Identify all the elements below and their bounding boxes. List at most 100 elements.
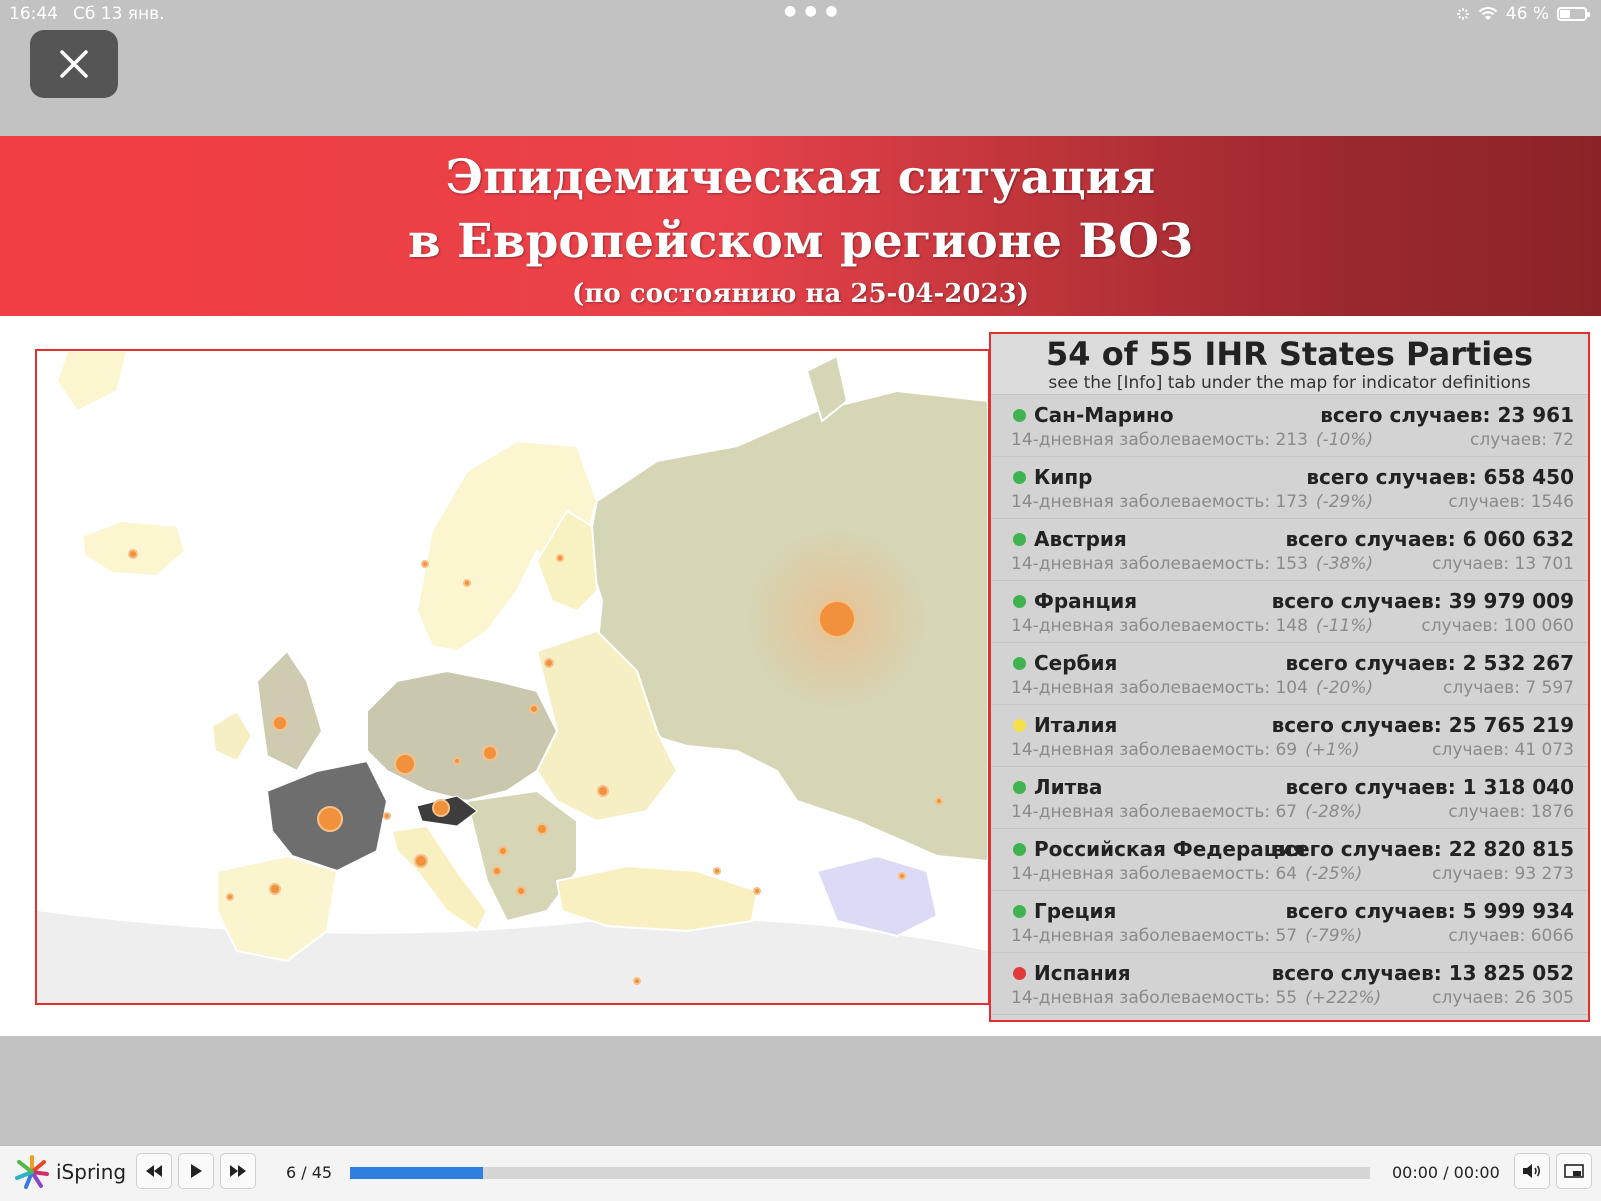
country-row[interactable]: Российская Федерация всего случаев: 22 82… xyxy=(991,829,1588,891)
incidence-14day: 14-дневная заболеваемость: 104 xyxy=(1011,678,1308,698)
incidence-14day: 14-дневная заболеваемость: 213 xyxy=(1011,430,1308,450)
incidence-change: (-38%) xyxy=(1315,554,1374,574)
status-dot-icon xyxy=(1013,533,1026,546)
country-name: Греция xyxy=(1034,899,1117,923)
slide: Эпидемическая ситуация в Европейском рег… xyxy=(0,136,1601,1036)
slide-banner: Эпидемическая ситуация в Европейском рег… xyxy=(0,136,1601,316)
recent-cases: случаев: 72 xyxy=(1470,430,1574,450)
total-cases: всего случаев: 1 318 040 xyxy=(1285,775,1574,799)
status-time: 16:44 xyxy=(9,4,58,24)
incidence-change: (-25%) xyxy=(1305,864,1363,884)
country-list: Сан-Марино всего случаев: 23 961 14-дневна… xyxy=(991,395,1588,1015)
brand-name: iSpring xyxy=(56,1160,127,1184)
total-cases: всего случаев: 23 961 xyxy=(1320,403,1574,427)
total-cases: всего случаев: 39 979 009 xyxy=(1271,589,1574,613)
incidence-change: (-11%) xyxy=(1315,616,1374,636)
country-row[interactable]: Сербия всего случаев: 2 532 267 14-дневная… xyxy=(991,643,1588,705)
incidence-14day: 14-дневная заболеваемость: 69 xyxy=(1011,740,1298,760)
slide-title-line1: Эпидемическая ситуация xyxy=(445,150,1156,205)
incidence-change: (-10%) xyxy=(1315,430,1374,450)
country-name: Италия xyxy=(1034,713,1118,737)
states-parties-panel[interactable]: 54 of 55 IHR States Parties see the [Inf… xyxy=(989,332,1590,1022)
battery-percent: 46 % xyxy=(1505,4,1549,24)
recent-cases: случаев: 93 273 xyxy=(1432,864,1574,884)
total-cases: всего случаев: 5 999 934 xyxy=(1285,899,1574,923)
slide-counter: 6 / 45 xyxy=(286,1163,333,1182)
incidence-14day: 14-дневная заболеваемость: 67 xyxy=(1011,802,1298,822)
recent-cases: случаев: 26 305 xyxy=(1432,988,1574,1008)
status-dot-icon xyxy=(1013,471,1026,484)
recent-cases: случаев: 100 060 xyxy=(1421,616,1574,636)
recent-cases: случаев: 6066 xyxy=(1448,926,1574,946)
country-row[interactable]: Испания всего случаев: 13 825 052 14-дневн… xyxy=(991,953,1588,1015)
incidence-14day: 14-дневная заболеваемость: 153 xyxy=(1011,554,1308,574)
multitasking-dots-icon[interactable]: ● ● ● xyxy=(784,3,840,19)
country-row[interactable]: Греция всего случаев: 5 999 934 14-дневная… xyxy=(991,891,1588,953)
status-dot-icon xyxy=(1013,781,1026,794)
total-cases: всего случаев: 6 060 632 xyxy=(1285,527,1574,551)
panel-title: 54 of 55 IHR States Parties xyxy=(1046,335,1533,373)
status-dot-icon xyxy=(1013,843,1026,856)
fast-forward-icon xyxy=(230,1165,246,1177)
total-cases: всего случаев: 2 532 267 xyxy=(1285,651,1574,675)
country-name: Франция xyxy=(1034,589,1138,613)
play-button[interactable] xyxy=(178,1153,214,1189)
fullscreen-icon xyxy=(1564,1164,1584,1178)
total-cases: всего случаев: 658 450 xyxy=(1306,465,1574,489)
incidence-14day: 14-дневная заболеваемость: 55 xyxy=(1011,988,1298,1008)
incidence-14day: 14-дневная заболеваемость: 64 xyxy=(1011,864,1298,884)
incidence-change: (-29%) xyxy=(1315,492,1374,512)
europe-map-graphic xyxy=(37,351,988,1003)
country-name: Австрия xyxy=(1034,527,1127,551)
close-button[interactable] xyxy=(30,30,118,98)
total-cases: всего случаев: 25 765 219 xyxy=(1271,713,1574,737)
incidence-14day: 14-дневная заболеваемость: 148 xyxy=(1011,616,1308,636)
country-name: Сан-Марино xyxy=(1034,403,1174,427)
country-row[interactable]: Австрия всего случаев: 6 060 632 14-дневна… xyxy=(991,519,1588,581)
incidence-change: (+222%) xyxy=(1305,988,1382,1008)
incidence-change: (-79%) xyxy=(1305,926,1363,946)
recent-cases: случаев: 1546 xyxy=(1448,492,1574,512)
progress-bar[interactable] xyxy=(350,1167,1370,1179)
volume-button[interactable] xyxy=(1514,1153,1550,1189)
country-row[interactable]: Литва всего случаев: 1 318 040 14-дневная … xyxy=(991,767,1588,829)
country-name: Испания xyxy=(1034,961,1131,985)
status-dot-icon xyxy=(1013,967,1026,980)
total-cases: всего случаев: 22 820 815 xyxy=(1271,837,1574,861)
wifi-icon xyxy=(1478,7,1498,20)
battery-icon xyxy=(1557,7,1590,21)
status-dot-icon xyxy=(1013,719,1026,732)
fullscreen-button[interactable] xyxy=(1556,1153,1592,1189)
total-cases: всего случаев: 13 825 052 xyxy=(1271,961,1574,985)
slide-subtitle: (по состоянию на 25-04-2023) xyxy=(572,279,1029,309)
recent-cases: случаев: 13 701 xyxy=(1432,554,1574,574)
status-dot-icon xyxy=(1013,595,1026,608)
close-icon xyxy=(60,50,88,78)
play-icon xyxy=(191,1164,202,1178)
rewind-button[interactable] xyxy=(136,1153,172,1189)
time-display: 00:00 / 00:00 xyxy=(1392,1163,1500,1182)
slide-title-line2: в Европейском регионе ВОЗ xyxy=(408,214,1193,269)
panel-subtitle: see the [Info] tab under the map for ind… xyxy=(1048,373,1531,393)
recent-cases: случаев: 1876 xyxy=(1448,802,1574,822)
country-row[interactable]: Сан-Марино всего случаев: 23 961 14-дневна… xyxy=(991,395,1588,457)
ispring-logo-icon xyxy=(15,1155,49,1189)
country-row[interactable]: Кипр всего случаев: 658 450 14-дневная заб… xyxy=(991,457,1588,519)
country-name: Российская Федерация xyxy=(1034,837,1306,861)
progress-fill xyxy=(350,1167,483,1179)
player-controls: iSpring 6 / 45 00:00 / 00:00 xyxy=(0,1145,1601,1201)
europe-map[interactable] xyxy=(35,349,990,1005)
incidence-14day: 14-дневная заболеваемость: 173 xyxy=(1011,492,1308,512)
status-dot-icon xyxy=(1013,657,1026,670)
country-name: Кипр xyxy=(1034,465,1093,489)
status-dot-icon xyxy=(1013,905,1026,918)
volume-icon xyxy=(1523,1164,1541,1178)
panel-header: 54 of 55 IHR States Parties see the [Inf… xyxy=(991,334,1588,395)
incidence-14day: 14-дневная заболеваемость: 57 xyxy=(1011,926,1298,946)
incidence-change: (-28%) xyxy=(1305,802,1363,822)
fast-forward-button[interactable] xyxy=(220,1153,256,1189)
country-name: Сербия xyxy=(1034,651,1118,675)
country-row[interactable]: Италия всего случаев: 25 765 219 14-дневна… xyxy=(991,705,1588,767)
incidence-change: (+1%) xyxy=(1305,740,1360,760)
country-row[interactable]: Франция всего случаев: 39 979 009 14-дневн… xyxy=(991,581,1588,643)
